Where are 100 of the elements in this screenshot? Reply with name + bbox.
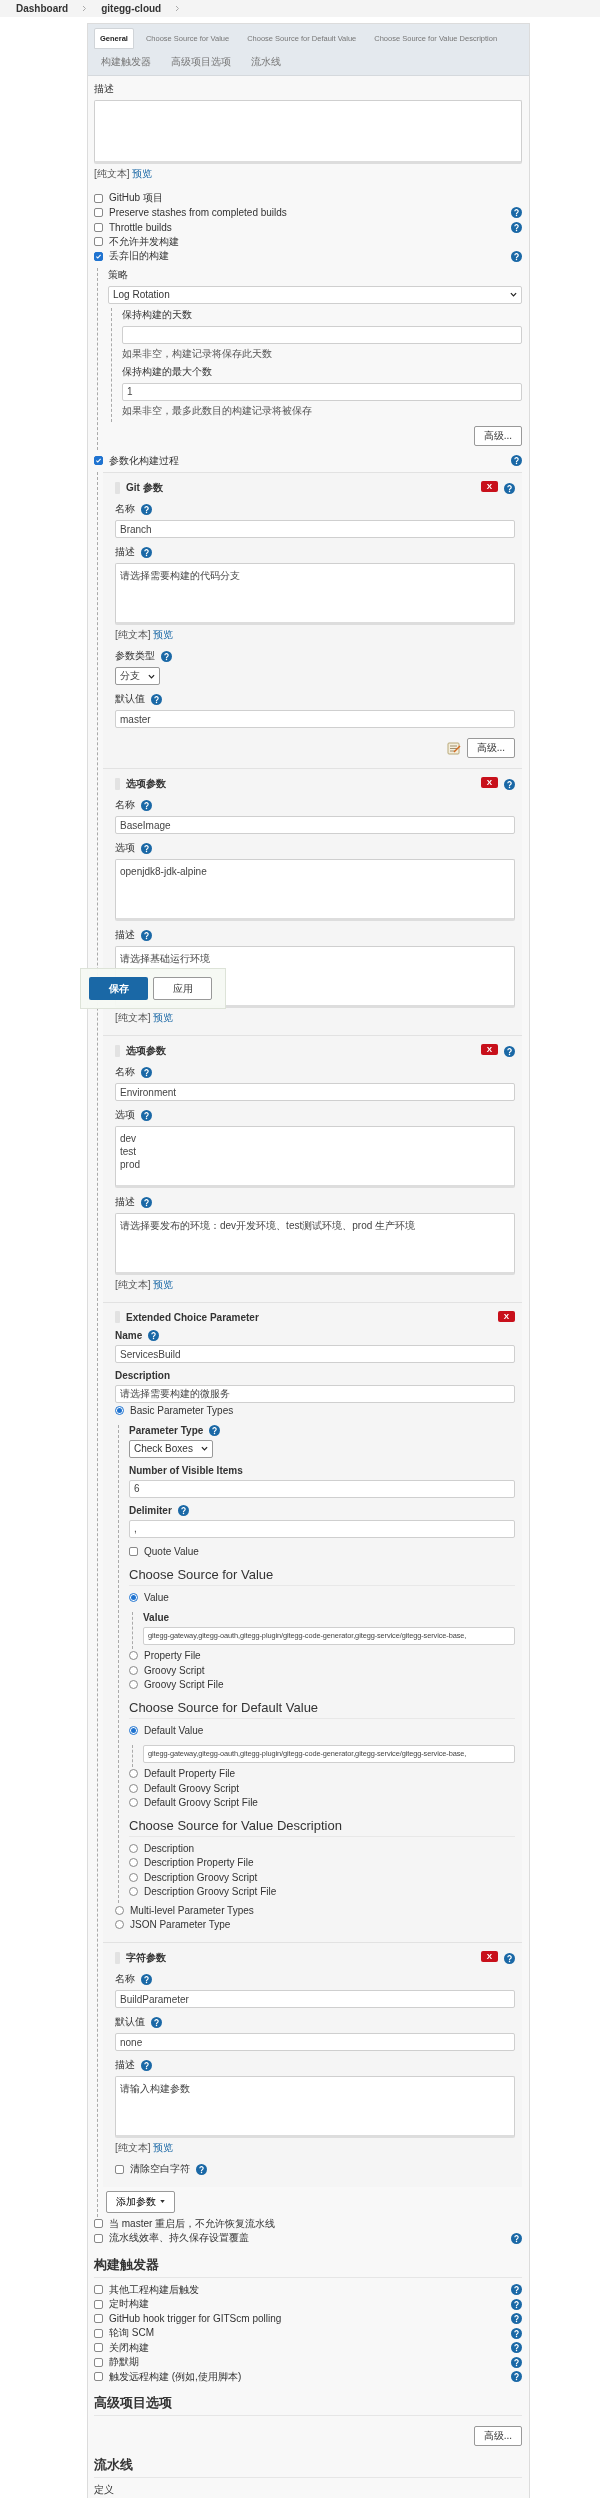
tab[interactable]: 构建触发器 bbox=[94, 51, 158, 73]
radio-button[interactable] bbox=[129, 1651, 138, 1661]
text-field[interactable]: BaseImage bbox=[115, 816, 515, 834]
radio-button[interactable] bbox=[129, 1858, 138, 1868]
advanced-button[interactable]: 高级... bbox=[473, 2426, 522, 2446]
checkbox[interactable] bbox=[94, 2233, 103, 2243]
advanced-button[interactable]: 高级... bbox=[473, 425, 522, 446]
radio-button[interactable] bbox=[129, 1798, 138, 1808]
radio-button[interactable] bbox=[129, 1665, 138, 1675]
help-icon[interactable] bbox=[511, 455, 522, 467]
help-icon[interactable] bbox=[511, 250, 522, 262]
help-icon[interactable] bbox=[511, 2232, 522, 2244]
checkbox[interactable] bbox=[115, 2164, 124, 2174]
text-area[interactable]: 请选择要发布的环境：dev开发环境、test测试环境、prod 生产环境 bbox=[115, 1213, 515, 1275]
help-icon[interactable] bbox=[511, 2284, 522, 2296]
preview-link[interactable]: 预览 bbox=[153, 1279, 174, 1290]
delete-button[interactable]: X bbox=[480, 481, 498, 492]
checkbox[interactable] bbox=[94, 2343, 103, 2353]
help-icon[interactable] bbox=[141, 1973, 152, 1985]
help-icon[interactable] bbox=[504, 1952, 515, 1964]
radio-button[interactable] bbox=[129, 1783, 138, 1793]
checkbox[interactable] bbox=[129, 1547, 138, 1557]
save-button[interactable]: 保存 bbox=[89, 977, 148, 1000]
checkbox[interactable] bbox=[94, 456, 103, 466]
apply-button[interactable]: 应用 bbox=[153, 977, 212, 1000]
help-icon[interactable] bbox=[196, 2163, 207, 2175]
preview-link[interactable]: 预览 bbox=[132, 168, 153, 179]
text-area[interactable]: openjdk8-jdk-alpine bbox=[115, 859, 515, 921]
checkbox[interactable] bbox=[94, 222, 103, 232]
radio-button[interactable] bbox=[129, 1769, 138, 1779]
advanced-button[interactable]: 高级... bbox=[466, 738, 515, 758]
radio-button[interactable] bbox=[115, 1905, 124, 1915]
help-icon[interactable] bbox=[148, 1330, 160, 1341]
text-area[interactable]: 请输入构建参数 bbox=[115, 2076, 515, 2138]
checkbox[interactable] bbox=[94, 2219, 103, 2229]
radio-button[interactable] bbox=[129, 1592, 138, 1602]
add-parameter-button[interactable]: 添加参数 bbox=[106, 2190, 175, 2213]
delete-button[interactable]: X bbox=[480, 1951, 498, 1962]
help-icon[interactable] bbox=[141, 842, 152, 854]
help-icon[interactable] bbox=[511, 2356, 522, 2368]
radio-button[interactable] bbox=[115, 1920, 124, 1930]
radio-button[interactable] bbox=[129, 1843, 138, 1853]
text-field[interactable] bbox=[122, 325, 522, 344]
help-icon[interactable] bbox=[177, 1504, 189, 1516]
help-icon[interactable] bbox=[511, 2313, 522, 2325]
breadcrumb-link[interactable]: gitegg-cloud bbox=[101, 3, 162, 14]
help-icon[interactable] bbox=[511, 2298, 522, 2310]
checkbox[interactable] bbox=[94, 2357, 103, 2367]
help-icon[interactable] bbox=[141, 503, 152, 515]
radio-button[interactable] bbox=[129, 1680, 138, 1690]
help-icon[interactable] bbox=[141, 1066, 152, 1078]
checkbox[interactable] bbox=[94, 2328, 103, 2338]
text-field[interactable]: BuildParameter bbox=[115, 1990, 515, 2008]
help-icon[interactable] bbox=[511, 2371, 522, 2383]
checkbox[interactable] bbox=[94, 2285, 103, 2295]
help-icon[interactable] bbox=[141, 1109, 152, 1121]
notepad-icon[interactable] bbox=[446, 741, 461, 755]
preview-link[interactable]: 预览 bbox=[153, 2142, 174, 2153]
help-icon[interactable] bbox=[141, 1196, 152, 1208]
radio-button[interactable] bbox=[129, 1872, 138, 1882]
text-field[interactable]: Environment bbox=[115, 1083, 515, 1101]
breadcrumb-link[interactable]: Dashboard bbox=[16, 3, 69, 14]
help-icon[interactable] bbox=[151, 693, 162, 705]
help-icon[interactable] bbox=[209, 1424, 221, 1436]
delete-button[interactable]: X bbox=[480, 777, 498, 788]
checkbox[interactable] bbox=[94, 251, 103, 261]
dropdown[interactable]: Log Rotation bbox=[108, 285, 522, 304]
preview-link[interactable]: 预览 bbox=[153, 629, 174, 640]
checkbox[interactable] bbox=[94, 2314, 103, 2324]
delete-button[interactable]: X bbox=[480, 1044, 498, 1055]
help-icon[interactable] bbox=[504, 1045, 515, 1057]
tab[interactable]: 高级项目选项 bbox=[164, 51, 238, 73]
help-icon[interactable] bbox=[141, 929, 152, 941]
checkbox[interactable] bbox=[94, 237, 103, 247]
checkbox[interactable] bbox=[94, 193, 103, 203]
text-field[interactable]: 请选择需要构建的微服务 bbox=[115, 1385, 515, 1403]
help-icon[interactable] bbox=[511, 207, 522, 219]
text-field[interactable]: 6 bbox=[129, 1479, 515, 1498]
text-field[interactable]: ServicesBuild bbox=[115, 1345, 515, 1363]
radio-button[interactable] bbox=[115, 1405, 124, 1415]
delete-button[interactable]: X bbox=[497, 1311, 515, 1322]
help-icon[interactable] bbox=[141, 546, 152, 558]
dropdown[interactable]: Check Boxes bbox=[129, 1439, 213, 1458]
text-area[interactable]: 请选择需要构建的代码分支 bbox=[115, 563, 515, 625]
preview-link[interactable]: 预览 bbox=[153, 1012, 174, 1023]
help-icon[interactable] bbox=[141, 2059, 152, 2071]
radio-button[interactable] bbox=[129, 1725, 138, 1735]
text-field[interactable]: , bbox=[129, 1519, 515, 1538]
help-icon[interactable] bbox=[161, 650, 172, 662]
help-icon[interactable] bbox=[511, 2327, 522, 2339]
checkbox[interactable] bbox=[94, 208, 103, 218]
dropdown[interactable]: 分支 bbox=[115, 667, 160, 685]
help-icon[interactable] bbox=[504, 778, 515, 790]
help-icon[interactable] bbox=[141, 799, 152, 811]
help-icon[interactable] bbox=[151, 2016, 162, 2028]
help-icon[interactable] bbox=[511, 2342, 522, 2354]
text-field[interactable]: 1 bbox=[122, 382, 522, 401]
tab[interactable]: 流水线 bbox=[244, 51, 288, 73]
text-field[interactable]: master bbox=[115, 710, 515, 728]
text-field[interactable]: none bbox=[115, 2033, 515, 2051]
